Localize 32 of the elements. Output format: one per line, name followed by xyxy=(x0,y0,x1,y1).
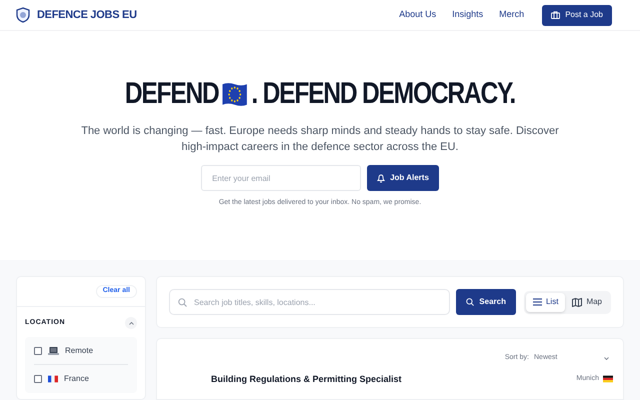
job-title[interactable]: Building Regulations & Permitting Specialist xyxy=(211,372,402,386)
view-tab[interactable]: Map xyxy=(565,292,609,312)
laptop-icon xyxy=(48,346,59,354)
map-icon xyxy=(572,298,582,306)
nav-link[interactable]: About Us xyxy=(399,8,436,22)
eu-flag-icon xyxy=(222,80,248,108)
hero-subtitle: The world is changing — fast. Europe needs sharp minds and steady hands to stay safe. Discover high-impact careers in the defence sector across the EU. xyxy=(80,124,560,155)
list-icon xyxy=(532,298,542,306)
option-label: Remote xyxy=(65,344,94,356)
nav-link[interactable]: Insights xyxy=(452,8,484,22)
email-field[interactable]: Enter your email xyxy=(201,165,362,191)
view-tab[interactable]: List xyxy=(526,292,566,312)
collapse-button[interactable] xyxy=(125,317,137,329)
bell-icon xyxy=(377,174,386,182)
briefcase-icon xyxy=(551,11,560,19)
germany-flag-icon xyxy=(603,375,613,384)
search-button[interactable]: Search xyxy=(456,289,516,315)
search-field[interactable]: Search job titles, skills, locations... xyxy=(169,289,450,315)
checkbox[interactable] xyxy=(34,375,42,383)
checkbox[interactable] xyxy=(34,346,42,354)
nav-link[interactable]: Merch xyxy=(499,8,524,22)
option-label: France xyxy=(64,373,89,385)
search-icon xyxy=(178,298,187,307)
chevron-down-icon xyxy=(604,356,609,360)
post-job-button[interactable]: Post a Job xyxy=(542,4,612,26)
caret-icon xyxy=(128,322,134,324)
shield-icon xyxy=(16,7,30,23)
brand-name[interactable]: DEFENCE JOBS EU xyxy=(37,6,137,24)
france-flag-icon xyxy=(48,375,58,383)
search-icon xyxy=(466,298,474,306)
hero-title: DEFEND . DEFEND DEMOCRACY. xyxy=(124,79,516,109)
job-alerts-button[interactable]: Job Alerts xyxy=(367,165,439,191)
